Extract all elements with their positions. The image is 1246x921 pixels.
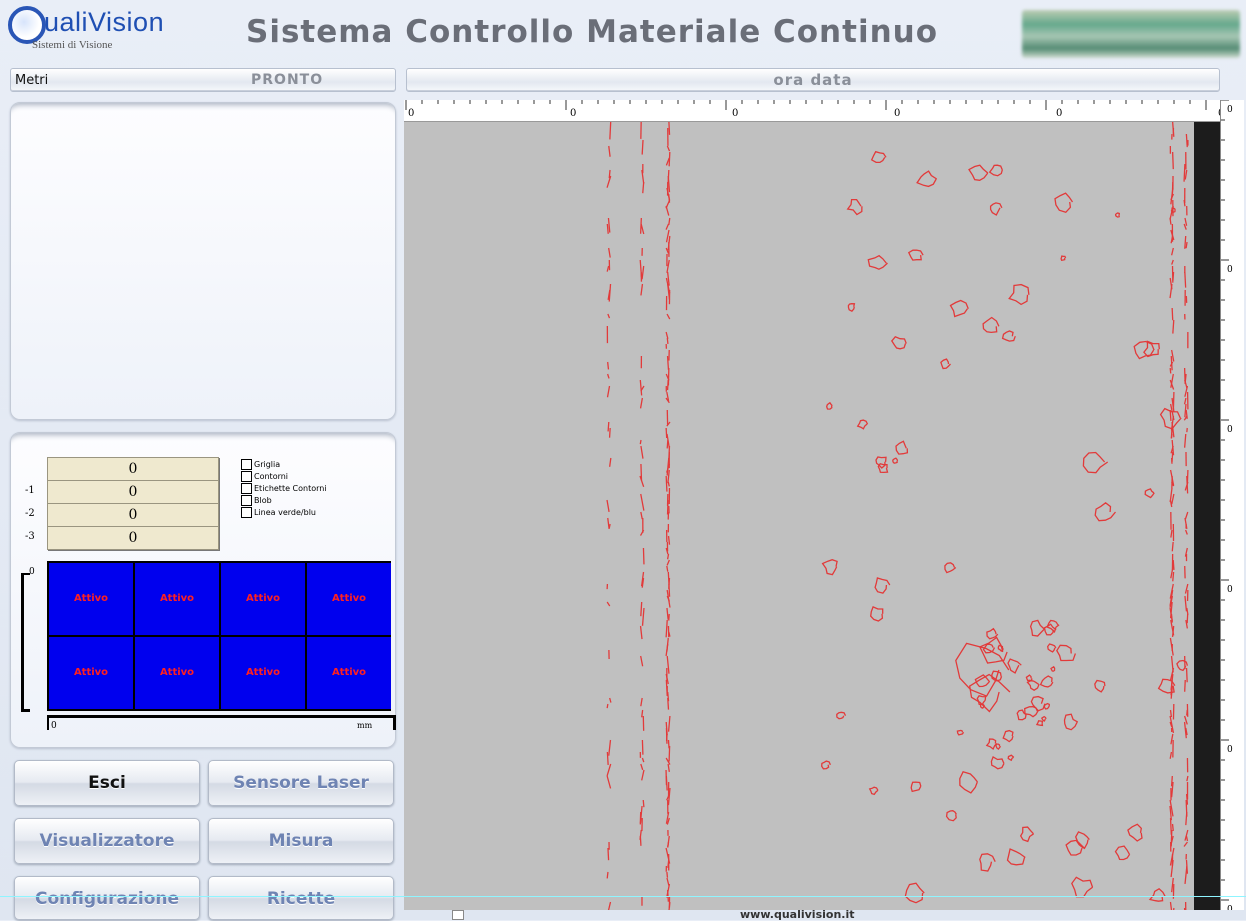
qualivision-logo: ualiVision Sistemi di Visione	[6, 4, 216, 60]
logo-tagline: Sistemi di Visione	[32, 39, 112, 51]
datetime-text: ora data	[773, 71, 852, 89]
vruler-tick-label: 0	[1227, 425, 1233, 435]
counter-minus-3: 0	[47, 526, 219, 550]
message-log-panel	[10, 102, 396, 420]
grid-vertical-axis-start: 0	[29, 567, 35, 577]
vruler-tick-label: 0	[1227, 585, 1233, 595]
sensor-zone-cell[interactable]: Attivo	[307, 637, 391, 709]
grid-horizontal-axis-unit: mm	[357, 721, 372, 730]
counter-label-1: -1	[25, 485, 35, 496]
grid-horizontal-axis-start: 0	[51, 721, 57, 731]
checkbox-icon[interactable]	[241, 459, 252, 470]
grid-horizontal-axis	[47, 715, 396, 730]
sensor-zone-grid: Attivo Attivo Attivo Attivo Attivo Attiv…	[47, 561, 391, 711]
option-linea-verde-blu[interactable]: Linea verde/blu	[241, 507, 316, 519]
grid-vertical-axis	[21, 573, 30, 712]
vertical-ruler: 0 0 0 0 0 0	[1220, 100, 1244, 910]
vruler-tick-label: 0	[1227, 745, 1233, 755]
control-panel: 0 -1 0 -2 0 -3 0 Griglia Contorni Etiche…	[10, 432, 396, 748]
checkbox-icon[interactable]	[241, 495, 252, 506]
ruler-tick-label: 0	[1056, 108, 1062, 119]
meter-label: Metri	[15, 73, 48, 88]
app-title: Sistema Controllo Materiale Continuo	[246, 14, 1006, 54]
counter-current: 0	[47, 457, 219, 481]
ruler-graphic: 000000	[404, 100, 1222, 122]
checkbox-icon[interactable]	[241, 483, 252, 494]
horizontal-ruler: 000000	[404, 100, 1222, 122]
viewer-side-strip	[1194, 122, 1220, 910]
ruler-tick-label: 0	[732, 108, 738, 119]
viewer-scroll-thumb[interactable]	[452, 910, 464, 920]
ruler-tick-label: 0	[408, 108, 414, 119]
option-contorni[interactable]: Contorni	[241, 471, 288, 483]
footer-url: www.qualivision.it	[740, 908, 940, 920]
counter-label-3: -3	[25, 531, 35, 542]
screen-artifact-line	[0, 896, 1246, 897]
sensor-zone-cell[interactable]: Attivo	[135, 563, 219, 635]
defect-contours-overlay	[404, 122, 1194, 910]
ruler-tick-label: 0	[570, 108, 576, 119]
checkbox-icon[interactable]	[241, 471, 252, 482]
datetime-bar: ora data	[406, 68, 1220, 92]
measure-button[interactable]: Misura	[208, 818, 394, 864]
logo-brand: ualiVision	[44, 7, 164, 38]
viewer-button[interactable]: Visualizzatore	[14, 818, 200, 864]
sensor-zone-cell[interactable]: Attivo	[49, 637, 133, 709]
recipes-button[interactable]: Ricette	[208, 876, 394, 920]
sensor-zone-cell[interactable]: Attivo	[307, 563, 391, 635]
vruler-tick-label: 0	[1227, 105, 1233, 115]
counter-label-2: -2	[25, 508, 35, 519]
meter-status-bar: Metri PRONTO	[10, 68, 396, 92]
counter-minus-1: 0	[47, 480, 219, 504]
laser-sensor-button[interactable]: Sensore Laser	[208, 760, 394, 806]
ruler-tick-label: 0	[894, 108, 900, 119]
vruler-tick-label: 0	[1227, 265, 1233, 275]
option-etichette-contorni[interactable]: Etichette Contorni	[241, 483, 327, 495]
sensor-zone-cell[interactable]: Attivo	[49, 563, 133, 635]
exit-button[interactable]: Esci	[14, 760, 200, 806]
material-image-viewer[interactable]	[404, 122, 1194, 910]
sensor-zone-cell[interactable]: Attivo	[221, 563, 305, 635]
vruler-graphic: 0 0 0 0 0 0	[1221, 100, 1245, 910]
sensor-zone-cell[interactable]: Attivo	[221, 637, 305, 709]
option-blob[interactable]: Blob	[241, 495, 272, 507]
checkbox-icon[interactable]	[241, 507, 252, 518]
vruler-tick-label: 0	[1227, 905, 1233, 910]
system-status: PRONTO	[251, 72, 323, 88]
sensor-zone-cell[interactable]: Attivo	[135, 637, 219, 709]
option-griglia[interactable]: Griglia	[241, 459, 280, 471]
configuration-button[interactable]: Configurazione	[14, 876, 200, 920]
counter-minus-2: 0	[47, 503, 219, 527]
blurred-logo-badge	[1022, 10, 1240, 58]
